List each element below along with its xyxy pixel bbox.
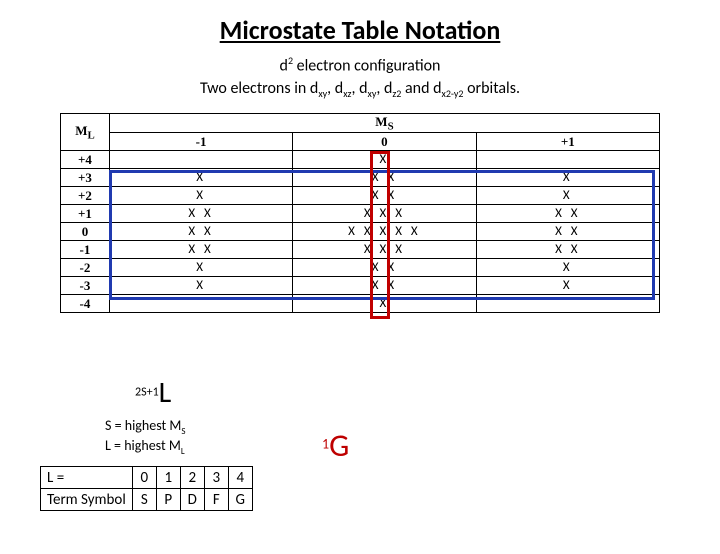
ms-col-0: 0 bbox=[293, 133, 476, 151]
legend-line-l: L = highest ML bbox=[105, 438, 186, 458]
lookup-cell: 1 bbox=[156, 467, 180, 489]
ml-row: -1 bbox=[61, 241, 110, 259]
ml-row: +2 bbox=[61, 187, 110, 205]
term-lookup-table: L = 0 1 2 3 4 Term Symbol S P D F G bbox=[40, 466, 253, 511]
ml-row: -3 bbox=[61, 277, 110, 295]
cell: X X bbox=[109, 223, 292, 241]
legend: S = highest MS L = highest ML bbox=[105, 418, 186, 457]
cell: X X bbox=[293, 169, 476, 187]
ml-header: ML bbox=[61, 113, 110, 151]
lookup-cell: P bbox=[156, 489, 180, 511]
cell: X bbox=[293, 151, 476, 169]
microstate-table-wrap: ML MS -1 0 +1 +4X +3XX XX +2XX XX +1X XX… bbox=[60, 113, 660, 314]
lookup-cell: D bbox=[180, 489, 204, 511]
cell: X bbox=[109, 259, 292, 277]
lookup-cell: 0 bbox=[132, 467, 156, 489]
lookup-cell: 4 bbox=[228, 467, 252, 489]
lookup-term-label: Term Symbol bbox=[41, 489, 133, 511]
legend-line-s: S = highest MS bbox=[105, 418, 186, 438]
cell: X X bbox=[476, 241, 659, 259]
subtitle: d2 electron configuration bbox=[0, 54, 720, 75]
ml-row: -4 bbox=[61, 295, 110, 313]
lookup-l-label: L = bbox=[41, 467, 133, 489]
ml-row: -2 bbox=[61, 259, 110, 277]
lookup-cell: 3 bbox=[204, 467, 228, 489]
cell: X bbox=[293, 295, 476, 313]
cell: X X X X X bbox=[293, 223, 476, 241]
lookup-cell: 2 bbox=[180, 467, 204, 489]
ml-row: 0 bbox=[61, 223, 110, 241]
ml-row: +3 bbox=[61, 169, 110, 187]
cell: X X bbox=[293, 277, 476, 295]
cell: X X X bbox=[293, 241, 476, 259]
cell: X bbox=[476, 169, 659, 187]
ml-row: +4 bbox=[61, 151, 110, 169]
ml-row: +1 bbox=[61, 205, 110, 223]
cell: X bbox=[109, 169, 292, 187]
cell: X bbox=[476, 259, 659, 277]
term-formula: 2S+1L bbox=[135, 374, 171, 411]
ms-col-pos1: +1 bbox=[476, 133, 659, 151]
cell: X X X bbox=[293, 205, 476, 223]
cell: X bbox=[109, 277, 292, 295]
cell: X bbox=[476, 277, 659, 295]
ms-col-neg1: -1 bbox=[109, 133, 292, 151]
cell: X bbox=[476, 187, 659, 205]
cell: X X bbox=[476, 205, 659, 223]
cell: X X bbox=[293, 187, 476, 205]
orbital-description: Two electrons in dxy, dxz, dxy, dz2 and … bbox=[0, 79, 720, 100]
cell bbox=[109, 295, 292, 313]
lookup-cell: G bbox=[228, 489, 252, 511]
cell bbox=[476, 151, 659, 169]
cell bbox=[109, 151, 292, 169]
ground-term: 1G bbox=[322, 426, 349, 465]
cell: X X bbox=[109, 241, 292, 259]
cell bbox=[476, 295, 659, 313]
cell: X X bbox=[293, 259, 476, 277]
cell: X X bbox=[476, 223, 659, 241]
lookup-cell: S bbox=[132, 489, 156, 511]
microstate-table: ML MS -1 0 +1 +4X +3XX XX +2XX XX +1X XX… bbox=[60, 113, 660, 314]
ms-header: MS bbox=[109, 113, 659, 133]
cell: X bbox=[109, 187, 292, 205]
page-title: Microstate Table Notation bbox=[0, 14, 720, 46]
lookup-cell: F bbox=[204, 489, 228, 511]
cell: X X bbox=[109, 205, 292, 223]
